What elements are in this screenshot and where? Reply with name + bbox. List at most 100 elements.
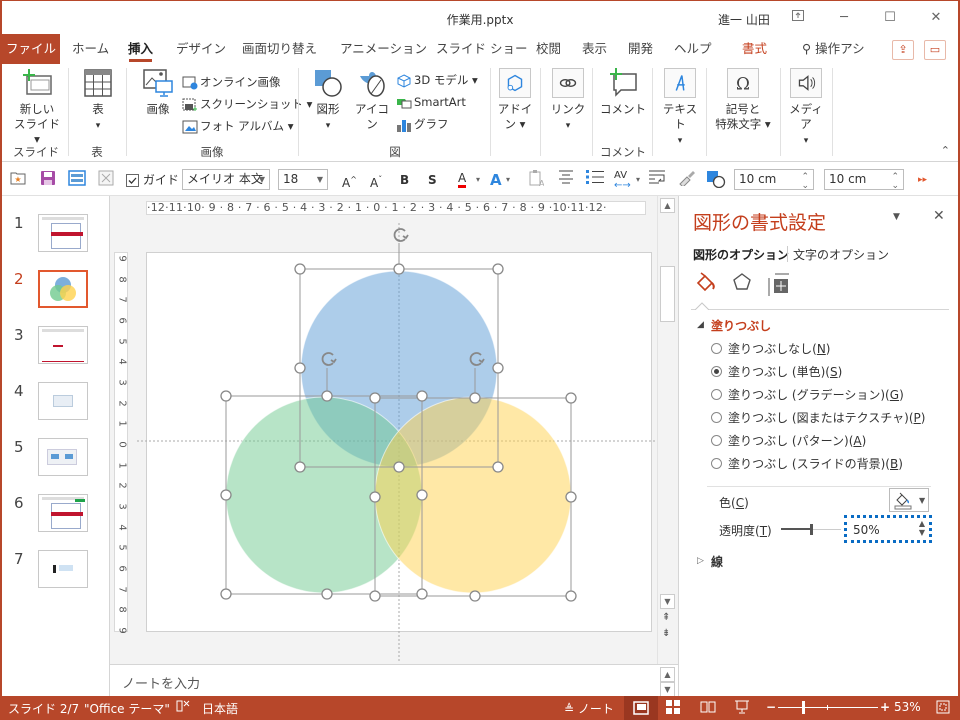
chevron-down-icon[interactable]: ▾ — [476, 170, 480, 190]
fill-option-radio[interactable]: 塗りつぶし (パターン)(A) — [711, 432, 866, 450]
zoom-in-icon[interactable]: + — [880, 700, 890, 714]
fill-line-icon[interactable] — [695, 272, 717, 297]
resize-handle[interactable] — [220, 489, 232, 501]
zoom-level[interactable]: 53% — [894, 700, 921, 714]
user-name[interactable]: 進一 山田 — [718, 11, 770, 28]
resize-handle[interactable] — [369, 392, 381, 404]
next-slide-icon[interactable]: ⇟ — [662, 628, 670, 639]
scroll-thumb[interactable] — [660, 266, 675, 322]
slide-thumbnail-6[interactable] — [38, 494, 88, 532]
table-button[interactable]: 表 ▾ — [78, 68, 118, 134]
tab-animations[interactable]: アニメーション — [336, 34, 431, 64]
format-painter-icon[interactable] — [678, 170, 696, 190]
spellcheck-icon[interactable] — [176, 700, 190, 715]
resize-handle[interactable] — [294, 263, 306, 275]
transparency-input[interactable]: 50% ▲ ▼ — [844, 515, 932, 543]
text-effects-icon[interactable]: A — [490, 170, 502, 190]
radio-circle[interactable] — [711, 343, 722, 354]
resize-handle[interactable] — [369, 590, 381, 602]
bullets-icon[interactable] — [586, 170, 604, 190]
font-color-icon[interactable]: A — [458, 170, 467, 188]
size-properties-icon[interactable] — [767, 272, 791, 299]
scroll-up-icon[interactable]: ▲ — [660, 198, 675, 213]
tab-developer[interactable]: 開発 — [624, 34, 657, 64]
notes-scroll-up-icon[interactable]: ▲ — [660, 667, 675, 682]
save-icon[interactable] — [40, 170, 56, 190]
chevron-down-icon[interactable]: ▾ — [636, 170, 640, 190]
zoom-out-icon[interactable]: − — [766, 700, 776, 714]
share-icon[interactable]: ⇪ — [892, 40, 914, 60]
new-from-template-icon[interactable]: ★ — [10, 170, 26, 190]
close-pane-icon[interactable]: ✕ — [933, 208, 945, 224]
comment-button[interactable]: コメント — [600, 68, 646, 117]
slide-thumbnail-5[interactable] — [38, 438, 88, 476]
slideshow-view-icon[interactable] — [734, 700, 750, 717]
spinner-icon[interactable]: ▲ ▼ — [919, 519, 925, 537]
notes-pane[interactable]: ノートを入力 ▲ ▼ — [110, 664, 678, 697]
resize-handle[interactable] — [393, 461, 405, 473]
language[interactable]: 日本語 — [202, 700, 238, 717]
fill-option-radio[interactable]: 塗りつぶし (スライドの背景)(B) — [711, 455, 903, 473]
slide-thumbnail-4[interactable] — [38, 382, 88, 420]
spinner-icon[interactable]: ⌃ ⌄ — [801, 173, 809, 191]
fill-option-radio[interactable]: 塗りつぶし (グラデーション)(G) — [711, 386, 904, 404]
resize-handle[interactable] — [393, 263, 405, 275]
line-section-header[interactable]: 線 — [711, 553, 723, 570]
tab-slideshow[interactable]: スライド ショー — [432, 34, 531, 64]
link-button[interactable]: リンク ▾ — [548, 68, 588, 134]
resize-handle[interactable] — [416, 588, 428, 600]
smartart-button[interactable]: SmartArt — [396, 92, 466, 112]
text-button[interactable]: テキスト ▾ — [658, 68, 702, 149]
transparency-slider-thumb[interactable] — [810, 524, 813, 535]
pane-options-icon[interactable]: ▼ — [893, 212, 900, 222]
font-select[interactable]: メイリオ 本文 ▼ — [182, 169, 270, 190]
shapes-button[interactable]: 図形 ▾ — [308, 68, 348, 134]
bold-icon[interactable]: B — [400, 170, 409, 190]
tab-shape-options[interactable]: 図形のオプション — [693, 246, 789, 263]
fill-color-button[interactable]: ▼ — [889, 488, 929, 512]
tab-transitions[interactable]: 画面切り替え — [238, 34, 321, 64]
resize-handle[interactable] — [369, 491, 381, 503]
resize-handle[interactable] — [565, 392, 577, 404]
online-image-button[interactable]: オンライン画像 — [182, 72, 281, 92]
tab-format[interactable]: 書式 — [738, 34, 771, 64]
slide-canvas[interactable] — [137, 223, 667, 663]
font-size-select[interactable]: 18 ▼ — [278, 169, 328, 190]
scroll-down-icon[interactable]: ▼ — [660, 594, 675, 609]
increase-font-size-icon[interactable]: A^ — [342, 170, 357, 190]
resize-handle[interactable] — [220, 588, 232, 600]
resize-handle[interactable] — [321, 588, 333, 600]
align-center-icon[interactable] — [558, 170, 574, 190]
close-window-icon[interactable]: ✕ — [924, 7, 948, 29]
chevron-down-icon[interactable]: ▾ — [506, 170, 510, 190]
spinner-icon[interactable]: ⌃ ⌄ — [891, 173, 899, 191]
resize-handle[interactable] — [294, 461, 306, 473]
photo-album-button[interactable]: フォト アルバム ▾ — [182, 116, 293, 136]
notes-toggle[interactable]: ≜ ノート — [564, 700, 614, 717]
resize-handle[interactable] — [321, 390, 333, 402]
resize-handle[interactable] — [416, 489, 428, 501]
format-painter-text-icon[interactable]: A — [528, 170, 545, 190]
expand-fill-icon[interactable]: ◢ — [697, 320, 704, 330]
resize-handle[interactable] — [492, 461, 504, 473]
shape-width-input[interactable]: 10 cm ⌃ ⌄ — [734, 169, 814, 191]
screenshot-button[interactable]: スクリーンショット ▾ — [182, 94, 312, 114]
shape-height-input[interactable]: 10 cm ⌃ ⌄ — [824, 169, 904, 191]
collapse-ribbon-icon[interactable]: ⌃ — [941, 144, 950, 157]
new-slide-button[interactable]: 新しい スライド ▾ — [12, 68, 62, 147]
minimize-icon[interactable]: ─ — [832, 7, 856, 29]
guide-checkbox[interactable]: ガイド — [126, 170, 179, 190]
character-spacing-icon[interactable]: AV ←→ — [614, 171, 631, 191]
rotate-handle-icon[interactable] — [393, 228, 409, 242]
radio-circle[interactable] — [711, 458, 722, 469]
slide-sorter-view-icon[interactable] — [666, 700, 680, 717]
notes-placeholder[interactable]: ノートを入力 — [122, 673, 200, 692]
radio-circle[interactable] — [711, 389, 722, 400]
zoom-slider[interactable] — [778, 701, 878, 714]
slide-thumbnail-7[interactable] — [38, 550, 88, 588]
symbols-button[interactable]: Ω 記号と 特殊文字 ▾ — [712, 68, 774, 132]
notes-scroll-down-icon[interactable]: ▼ — [660, 682, 675, 697]
resize-handle[interactable] — [294, 362, 306, 374]
fill-option-radio[interactable]: 塗りつぶし (単色)(S) — [711, 363, 842, 381]
tab-review[interactable]: 校閲 — [532, 34, 565, 64]
